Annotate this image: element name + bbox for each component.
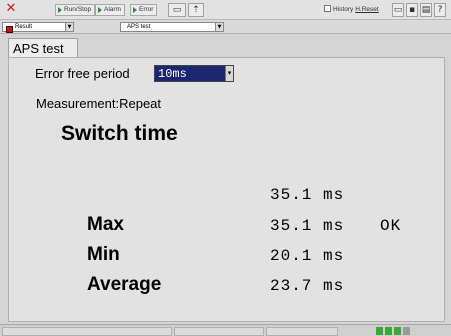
status-led-icon	[376, 327, 383, 335]
history-label: History	[333, 6, 354, 13]
average-value: 23.7 ms	[270, 277, 345, 295]
play-icon	[98, 7, 102, 13]
status-segment	[266, 327, 338, 336]
run-stop-button[interactable]: Run/Stop	[55, 4, 96, 16]
disk-icon[interactable]: ▪	[406, 3, 418, 17]
min-value: 20.1 ms	[270, 247, 345, 265]
average-label: Average	[87, 274, 162, 295]
tab-label: APS test	[13, 41, 64, 56]
view-select[interactable]: Result ▼	[2, 22, 74, 33]
tab-aps-test[interactable]: APS test	[8, 38, 78, 58]
max-status: OK	[380, 217, 402, 235]
max-label: Max	[87, 214, 124, 235]
chevron-down-icon: ▾	[225, 66, 233, 81]
person-icon[interactable]: ⇡	[188, 3, 204, 17]
measurement-mode: Measurement:Repeat	[36, 96, 162, 111]
error-free-period-select[interactable]: 10ms ▾	[154, 65, 234, 82]
page-title: Switch time	[61, 122, 178, 145]
window-icon[interactable]: ▭	[168, 3, 186, 17]
chevron-down-icon: ▼	[65, 23, 73, 31]
error-free-period-label: Error free period	[35, 66, 130, 81]
error-label: Error	[139, 6, 154, 13]
alarm-button[interactable]: Alarm	[95, 4, 125, 16]
close-icon[interactable]: ✕	[4, 2, 18, 16]
selector-bar: Result ▼ APS test ▼	[0, 20, 451, 34]
run-stop-label: Run/Stop	[64, 6, 92, 13]
max-value: 35.1 ms	[270, 217, 345, 235]
status-bar	[0, 324, 451, 336]
status-led-icon	[394, 327, 401, 335]
min-label: Min	[87, 244, 120, 265]
print-icon[interactable]: ▤	[420, 3, 432, 17]
status-segment	[174, 327, 264, 336]
history-toggle[interactable]: History H.Reset	[324, 5, 379, 13]
status-led-icon	[403, 327, 410, 335]
window-icon[interactable]: ▭	[392, 3, 404, 17]
alarm-label: Alarm	[104, 6, 121, 13]
test-select-value: APS test	[127, 24, 151, 30]
error-button[interactable]: Error	[130, 4, 158, 16]
status-segment	[2, 327, 172, 336]
play-icon	[133, 7, 137, 13]
error-free-period-value: 10ms	[158, 67, 187, 81]
status-led-icon	[385, 327, 392, 335]
hreset-link[interactable]: H.Reset	[355, 6, 378, 13]
result-icon	[6, 26, 13, 33]
test-select[interactable]: APS test ▼	[120, 22, 224, 32]
view-select-value: Result	[15, 24, 33, 30]
play-icon	[58, 7, 62, 13]
chevron-down-icon: ▼	[215, 23, 223, 31]
main-toolbar: ✕ Run/Stop Alarm Error ▭ ⇡ History H.Rese…	[0, 0, 451, 20]
help-icon[interactable]: ?	[434, 3, 446, 17]
current-value: 35.1 ms	[270, 186, 345, 204]
history-checkbox[interactable]	[324, 5, 331, 12]
